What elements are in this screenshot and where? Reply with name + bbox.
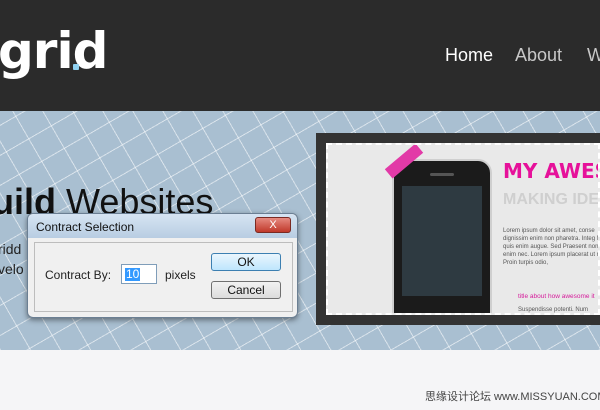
nav-item-3[interactable]: W xyxy=(587,45,600,66)
phone-screen xyxy=(402,186,482,296)
preview-making-title: MAKING IDE xyxy=(503,191,599,208)
contract-by-input[interactable]: 10 xyxy=(121,264,157,284)
preview-awesome-title: MY AWESOM xyxy=(503,159,598,183)
contract-selection-dialog: Contract Selection X Contract By: 10 pix… xyxy=(27,213,298,318)
preview-small-text: Suspendisse potenti. Num xyxy=(518,307,589,313)
phone-speaker xyxy=(430,173,454,176)
phone-icon xyxy=(392,159,492,313)
site-header: grid Home About W xyxy=(0,0,600,111)
hero-subtext-line1: ridd xyxy=(0,241,22,257)
dialog-body: Contract By: 10 pixels OK Cancel xyxy=(34,242,293,312)
main-nav: Home About W xyxy=(0,45,600,69)
watermark-text: 思缘设计论坛 www.MISSYUAN.COM xyxy=(425,391,600,403)
hero-subtext-line2: velo xyxy=(0,261,24,277)
preview-lorem-text: Lorem ipsum dolor sit amet, conse dignis… xyxy=(503,228,600,266)
contract-by-value: 10 xyxy=(125,267,141,281)
preview-selection-area: MY AWESOM MAKING IDE Lorem ipsum dolor s… xyxy=(326,143,600,315)
preview-pink-link: title about how awesome it xyxy=(518,293,595,300)
website-preview-image: MY AWESOM MAKING IDE Lorem ipsum dolor s… xyxy=(316,133,600,325)
nav-home[interactable]: Home xyxy=(445,45,493,66)
ok-button[interactable]: OK xyxy=(211,253,281,271)
contract-by-label: Contract By: xyxy=(45,268,112,282)
dialog-title: Contract Selection xyxy=(36,220,135,234)
close-button[interactable]: X xyxy=(255,217,291,233)
dialog-titlebar[interactable]: Contract Selection X xyxy=(28,214,297,238)
cancel-button[interactable]: Cancel xyxy=(211,281,281,299)
pixels-label: pixels xyxy=(165,268,196,282)
nav-about[interactable]: About xyxy=(515,45,562,66)
